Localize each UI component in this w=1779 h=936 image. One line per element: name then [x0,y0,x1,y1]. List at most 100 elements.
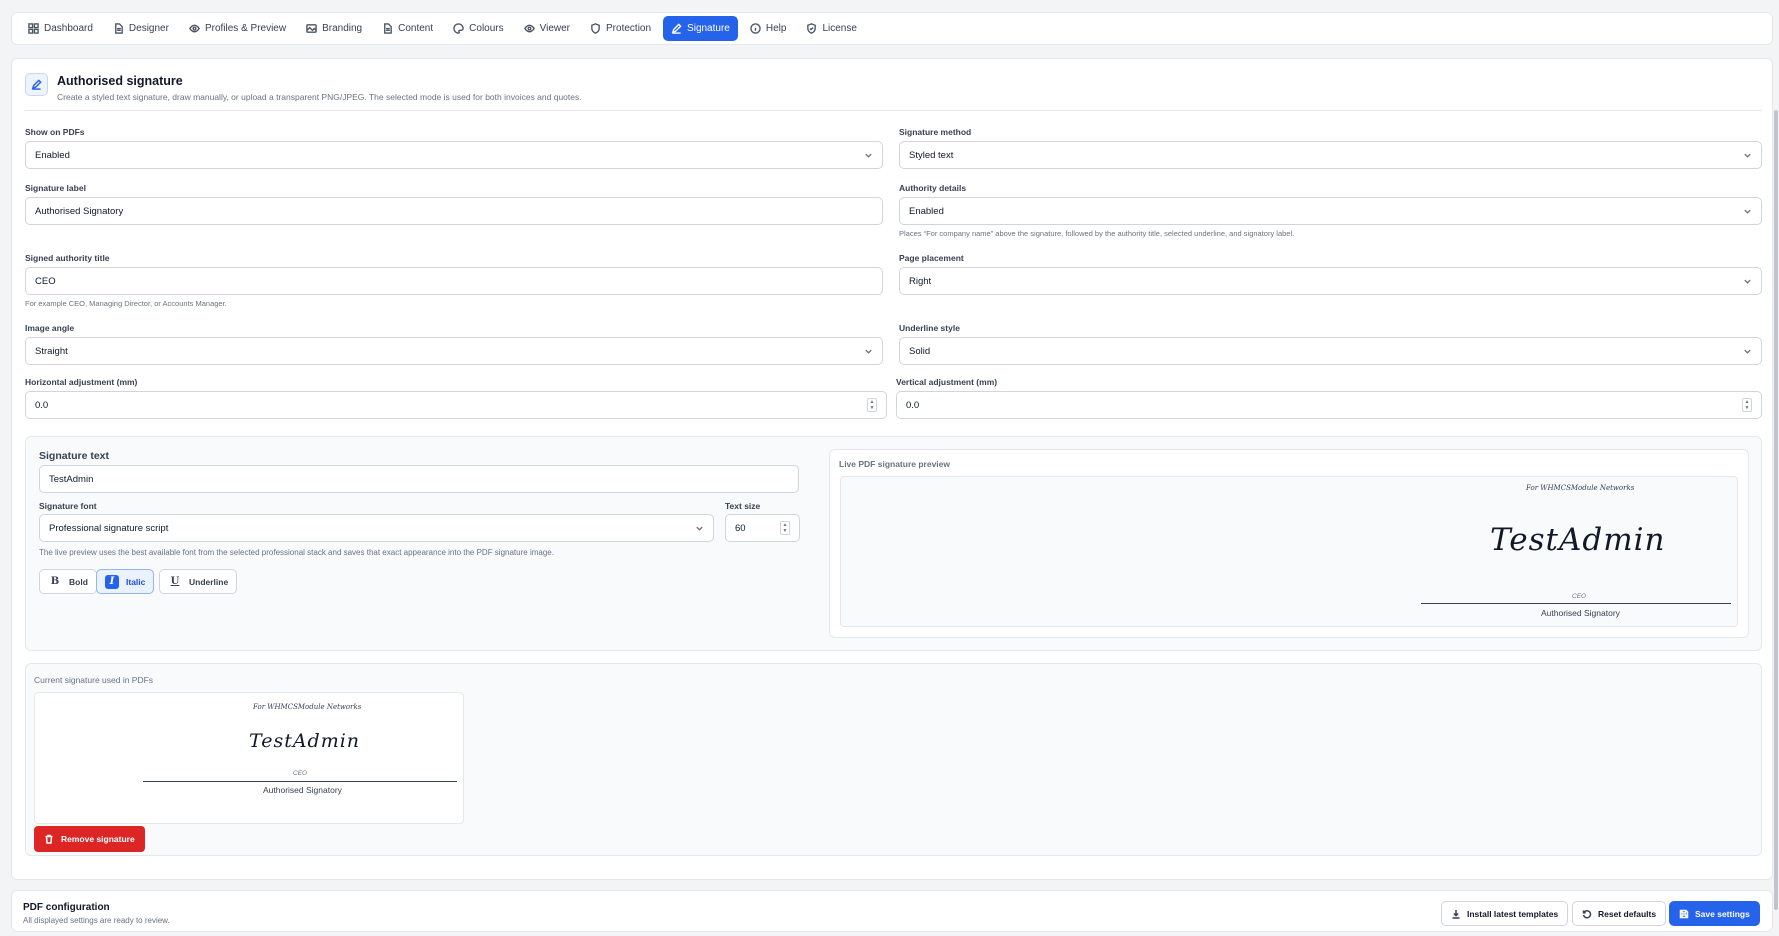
signed-authority-title-field: Signed authority title CEO For example C… [25,253,883,308]
shield-icon [591,23,600,34]
select-value: Solid [909,345,931,357]
footer-bar: PDF configuration All displayed settings… [11,890,1773,932]
button-label: Italic [126,576,146,587]
signature-label-input[interactable]: Authorised Signatory [25,197,883,225]
select-value: Right [909,275,932,287]
bold-button[interactable]: B Bold [39,569,97,594]
file-text-icon [384,23,392,34]
image-icon [306,24,317,33]
authority-details-select[interactable]: Enabled [899,197,1762,225]
field-label: Page placement [899,253,964,263]
underline-style-select[interactable]: Solid [899,337,1762,365]
tab-label: Content [398,23,434,34]
tab-license[interactable]: License [798,16,864,41]
panel-title: Current signature used in PDFs [34,675,154,685]
tab-label: Signature [687,23,730,34]
signature-text-input[interactable]: TestAdmin [39,465,799,493]
bold-icon: B [50,576,60,587]
chevron-down-icon [865,349,872,354]
button-label: Save settings [1695,908,1750,919]
tab-branding[interactable]: Branding [298,16,370,41]
reset-defaults-button[interactable]: Reset defaults [1572,901,1667,926]
input-value: 60 [735,522,746,534]
preview-title: Live PDF signature preview [839,459,951,469]
tab-label: Profiles & Preview [204,23,287,34]
image-angle-select[interactable]: Straight [25,337,883,365]
save-icon [1679,909,1689,918]
current-signature-panel: Current signature used in PDFs For WHMCS… [25,663,1762,856]
field-label: Signature label [25,183,86,193]
section-header: Authorised signature Create a styled tex… [25,73,582,102]
italic-button[interactable]: I Italic [96,569,155,594]
image-angle-field: Image angle Straight [25,323,883,365]
tab-label: License [822,23,857,34]
vertical-adjustment-input[interactable]: 0.0 ▲ ▼ [896,391,1762,419]
tab-designer[interactable]: Designer [105,16,177,41]
page-scrollbar[interactable] [1774,110,1778,910]
section-description: Create a styled text signature, draw man… [57,92,582,102]
field-label: Signature method [899,127,972,137]
vertical-adjustment-field: Vertical adjustment (mm) 0.0 ▲ ▼ [896,377,1762,419]
download-icon [1452,909,1460,919]
page-placement-select[interactable]: Right [899,267,1762,295]
for-company-text: For WHMCSModule Networks [1526,484,1635,492]
signature-method-select[interactable]: Styled text [899,141,1762,169]
remove-signature-button[interactable]: Remove signature [34,826,145,852]
current-signature-text: TestAdmin [249,730,361,752]
tab-dashboard[interactable]: Dashboard [20,16,101,41]
eye-icon [523,24,535,33]
document-icon [114,23,123,34]
top-navigation: Dashboard Designer Profiles & Preview Br… [11,12,1773,45]
tab-colours[interactable]: Colours [445,16,511,41]
field-label: Horizontal adjustment (mm) [25,377,138,387]
button-label: Install latest templates [1467,908,1559,919]
signature-font-select[interactable]: Professional signature script [39,514,714,542]
input-value: 0.0 [906,399,920,411]
tab-label: Viewer [539,23,571,34]
signature-underline [143,781,457,782]
tab-profiles-preview[interactable]: Profiles & Preview [181,16,294,41]
underline-button[interactable]: U Underline [159,569,238,594]
tab-label: Branding [322,23,363,34]
current-signature-image: For WHMCSModule Networks TestAdmin CEO A… [34,692,464,824]
save-settings-button[interactable]: Save settings [1669,901,1760,926]
tab-label: Help [765,23,787,34]
number-stepper[interactable]: ▲ ▼ [1742,398,1752,412]
footer-subtitle: All displayed settings are ready to revi… [23,916,170,925]
input-value: TestAdmin [49,473,94,485]
input-value: CEO [35,275,56,287]
tab-content[interactable]: Content [374,16,441,41]
input-value: 0.0 [35,399,49,411]
tab-signature[interactable]: Signature [663,16,738,41]
select-value: Styled text [909,149,954,161]
tab-help[interactable]: Help [742,16,795,41]
select-value: Professional signature script [49,522,169,534]
show-on-pdfs-field: Show on PDFs Enabled [25,127,883,169]
refresh-icon [1582,909,1592,918]
live-preview-box: Live PDF signature preview For WHMCSModu… [829,449,1749,638]
pen-icon [671,23,682,34]
tab-label: Dashboard [44,23,93,34]
underline-style-field: Underline style Solid [899,323,1762,365]
horizontal-adjustment-input[interactable]: 0.0 ▲ ▼ [25,391,887,419]
show-on-pdfs-select[interactable]: Enabled [25,141,883,169]
help-text: Places “For company name” above the sign… [899,229,1295,238]
signed-authority-title-input[interactable]: CEO [25,267,883,295]
authority-title-text: CEO [1572,593,1587,600]
signatory-label-text: Authorised Signatory [263,785,342,795]
field-label: Signed authority title [25,253,110,263]
tab-viewer[interactable]: Viewer [516,16,578,41]
tab-protection[interactable]: Protection [582,16,659,41]
signature-method-field: Signature method Styled text [899,127,1762,169]
install-templates-button[interactable]: Install latest templates [1441,901,1569,926]
page-placement-field: Page placement Right [899,253,1762,295]
tab-label: Protection [606,23,652,34]
number-stepper[interactable]: ▲ ▼ [867,398,877,412]
number-stepper[interactable]: ▲ ▼ [780,521,790,535]
shield-check-icon [807,23,817,34]
signatory-label-text: Authorised Signatory [1541,608,1620,618]
text-size-input[interactable]: 60 ▲ ▼ [725,514,800,542]
field-label: Text size [725,501,761,511]
for-company-text: For WHMCSModule Networks [253,703,362,711]
horizontal-adjustment-field: Horizontal adjustment (mm) 0.0 ▲ ▼ [25,377,887,419]
